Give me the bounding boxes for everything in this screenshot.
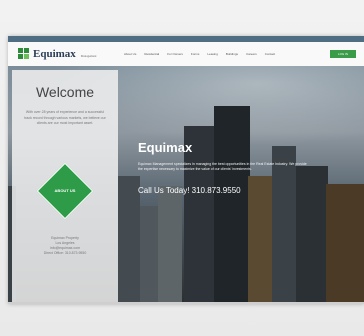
site-header: Equimax Management About Us Residential … xyxy=(8,42,364,67)
browser-window: Equimax Management About Us Residential … xyxy=(8,36,364,304)
logo-tagline: Management xyxy=(80,54,97,58)
welcome-panel: Welcome With over 28 years of experience… xyxy=(12,70,118,302)
building xyxy=(326,184,364,302)
hero-phone-cta[interactable]: Call Us Today! 310.873.9550 xyxy=(138,186,241,195)
main-nav: About Us Residential For Owners Forms Le… xyxy=(124,52,275,56)
nav-item-buildings[interactable]: Buildings xyxy=(226,52,238,56)
building xyxy=(158,186,182,302)
nav-item-contact[interactable]: Contact xyxy=(265,52,275,56)
site-logo[interactable]: Equimax Management xyxy=(18,47,96,61)
nav-item-about[interactable]: About Us xyxy=(124,52,136,56)
nav-item-careers[interactable]: Careers xyxy=(246,52,257,56)
nav-item-forms[interactable]: Forms xyxy=(191,52,200,56)
contact-phone[interactable]: Direct Office: 310.873.9550 xyxy=(26,251,104,256)
building xyxy=(248,176,274,302)
contact-block: Equimax Property Los Angeles info@equima… xyxy=(26,236,104,256)
login-button[interactable]: LOG IN xyxy=(330,50,356,58)
welcome-text: With over 28 years of experience and a s… xyxy=(24,110,106,125)
page-background: Equimax Management About Us Residential … xyxy=(0,0,364,336)
nav-item-leasing[interactable]: Leasing xyxy=(207,52,218,56)
building xyxy=(296,166,328,302)
logo-mark-icon xyxy=(18,48,30,60)
welcome-title: Welcome xyxy=(35,84,95,100)
logo-name: Equimax xyxy=(33,48,76,60)
about-us-label[interactable]: ABOUT US xyxy=(12,188,118,193)
building xyxy=(118,176,140,302)
nav-item-owners[interactable]: For Owners xyxy=(167,52,183,56)
hero-title: Equimax xyxy=(138,140,193,155)
hero-description: Equimax Management specializes in managi… xyxy=(138,162,307,171)
hero-section: Welcome With over 28 years of experience… xyxy=(8,66,364,302)
building xyxy=(140,206,158,302)
bottom-divider xyxy=(8,302,364,304)
building xyxy=(214,106,250,302)
nav-item-residential[interactable]: Residential xyxy=(144,52,159,56)
